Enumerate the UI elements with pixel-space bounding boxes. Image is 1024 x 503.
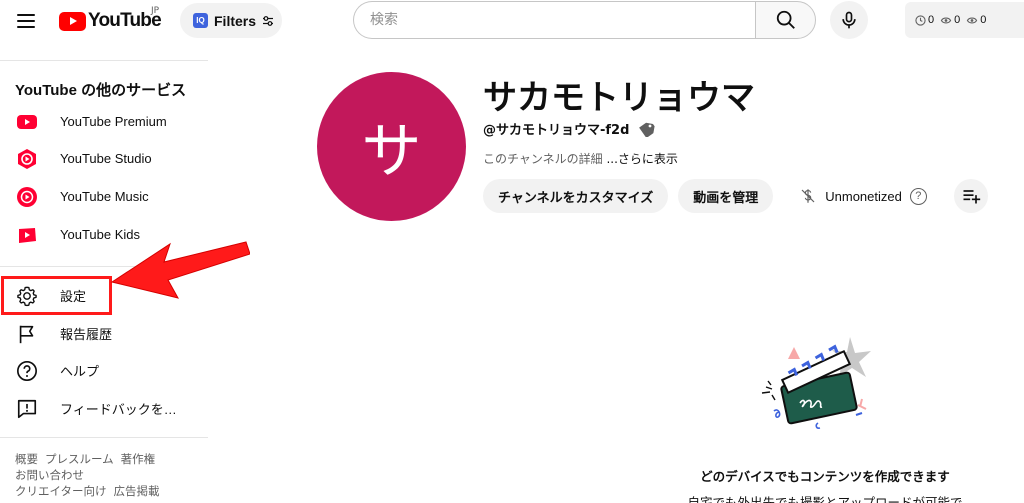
clapperboard-illustration (761, 337, 871, 429)
sidebar-item-label: YouTube Premium (60, 114, 167, 129)
sidebar-item-label: 報告履歴 (60, 327, 113, 342)
footer-links: 概要 プレスルーム 著作権 お問い合わせ クリエイター向け 広告掲載 (15, 452, 200, 500)
sidebar-item-label: ヘルプ (60, 364, 100, 379)
sidebar-item-youtube-studio[interactable]: YouTube Studio (0, 140, 208, 177)
divider (0, 266, 208, 267)
sidebar-item-report-history[interactable]: 報告履歴 (0, 315, 208, 352)
logo-text: YouTube (88, 10, 162, 31)
stat-value: 0 (928, 14, 935, 26)
monetization-status: Unmonetized ? (799, 187, 927, 205)
youtube-logo[interactable]: YouTube (59, 10, 162, 32)
youtube-music-icon (15, 185, 39, 209)
channel-description-row: このチャンネルの詳細 ...さらに表示 (483, 150, 678, 167)
iq-icon: IQ (193, 13, 208, 28)
sidebar-item-label: YouTube Studio (60, 151, 152, 166)
divider (0, 60, 208, 61)
microphone-icon (842, 11, 856, 29)
top-bar: YouTube JP IQ Filters 0 (0, 0, 1024, 42)
avatar-letter: サ (361, 117, 422, 187)
stat-item: 0 (940, 14, 960, 26)
search-button[interactable] (755, 1, 816, 39)
monetization-label: Unmonetized (825, 188, 902, 204)
sidebar-item-feedback[interactable]: フィードバックを… (0, 390, 208, 427)
stat-item: 0 (966, 14, 986, 26)
stat-item: 0 (915, 14, 934, 26)
sliders-icon (263, 15, 274, 26)
stat-value: 0 (980, 14, 987, 26)
country-code: JP (151, 6, 160, 16)
customize-channel-button[interactable]: チャンネルをカスタマイズ (483, 179, 669, 213)
channel-handle: @サカモトリョウマ-f2d (483, 123, 630, 138)
sidebar-item-help[interactable]: ヘルプ (0, 352, 208, 389)
youtube-premium-icon (15, 110, 39, 134)
section-title: YouTube の他のサービス (15, 82, 187, 99)
footer-link[interactable]: 広告掲載 (114, 486, 160, 498)
voice-search-button[interactable] (830, 1, 868, 39)
footer-link[interactable]: お問い合わせ (15, 470, 84, 482)
tag-icon[interactable] (637, 121, 657, 137)
menu-icon[interactable] (14, 9, 38, 33)
filters-button[interactable]: IQ Filters (180, 3, 282, 38)
highlight-box (1, 276, 112, 315)
channel-avatar[interactable]: サ (317, 72, 466, 221)
youtube-play-icon (59, 11, 86, 31)
search-icon (776, 10, 795, 29)
feedback-icon (15, 397, 39, 421)
empty-state-title: どのデバイスでもコンテンツを作成できます (700, 469, 950, 484)
sidebar: YouTube の他のサービス YouTube Premium YouTube … (0, 60, 208, 503)
sidebar-item-youtube-kids[interactable]: YouTube Kids (0, 216, 208, 253)
stats-panel[interactable]: 0 0 0 (905, 2, 1024, 38)
sidebar-item-youtube-music[interactable]: YouTube Music (0, 178, 208, 215)
footer-link[interactable]: 概要 (15, 454, 38, 466)
channel-name: サカモトリョウマ (483, 78, 755, 118)
sidebar-item-youtube-premium[interactable]: YouTube Premium (0, 103, 208, 140)
channel-description: このチャンネルの詳細 (483, 152, 603, 166)
eye-icon (940, 17, 952, 23)
show-more-link[interactable]: ...さらに表示 (606, 152, 677, 166)
no-money-icon (801, 189, 815, 203)
question-icon[interactable]: ? (909, 187, 927, 205)
sidebar-item-label: YouTube Music (60, 189, 149, 204)
clock-icon (915, 14, 926, 26)
youtube-kids-icon (15, 223, 39, 247)
youtube-studio-icon (15, 147, 39, 171)
footer-link[interactable]: クリエイター向け (15, 486, 107, 498)
eye-icon (967, 17, 978, 23)
search-bar (353, 1, 816, 39)
handle-row: @サカモトリョウマ-f2d (483, 119, 657, 138)
playlist-add-icon (963, 190, 981, 204)
manage-videos-button[interactable]: 動画を管理 (678, 179, 774, 213)
channel-actions: チャンネルをカスタマイズ 動画を管理 Unmonetized ? (483, 179, 988, 213)
stat-value: 0 (954, 14, 961, 26)
add-playlist-button[interactable] (953, 179, 988, 213)
sidebar-item-label: YouTube Kids (60, 227, 140, 242)
empty-state-subtitle: 自宅でも外出先でも撮影とアップロードが可能で (687, 495, 963, 503)
footer-link[interactable]: 著作権 (121, 454, 156, 466)
help-icon (15, 359, 39, 383)
sidebar-item-label: フィードバックを… (60, 402, 177, 417)
footer-link[interactable]: プレスルーム (45, 454, 114, 466)
flag-icon (15, 322, 39, 346)
search-input[interactable] (353, 1, 756, 39)
filters-label: Filters (214, 12, 257, 29)
divider (0, 437, 208, 438)
